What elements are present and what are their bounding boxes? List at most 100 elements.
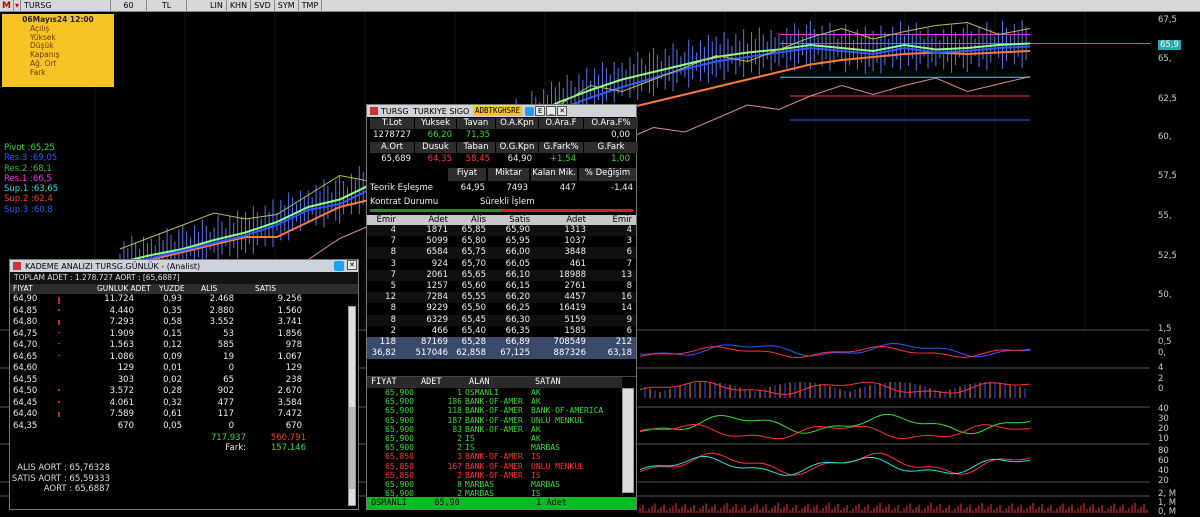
trades-list: FIYAT ADET ALAN SATAN 65,900 1 OSMANLI AK 65,900…: [367, 376, 636, 499]
depth-titlebar[interactable]: TURSG TURKIYE SIGO ADBTKGHSRE E _ ✕: [367, 105, 636, 117]
trades-scrollbar[interactable]: [622, 388, 634, 493]
trade-row[interactable]: 65,900 118 BANK-OF-AMER BANK-OF-AMERICA: [367, 406, 622, 415]
trade-row[interactable]: 65,900 1 OSMANLI AK: [367, 388, 622, 397]
kademe-row[interactable]: 64,90 11.724 0,93 2.468 9.256: [10, 294, 358, 306]
teo-header: Kalan Mik.: [531, 168, 577, 181]
trade-row[interactable]: 65,900 2 IS MARBAS: [367, 443, 622, 452]
book-cell: 14: [621, 303, 632, 314]
col-header[interactable]: GUNLUK ADET: [97, 284, 159, 294]
kademe-scrollbar[interactable]: [348, 306, 356, 506]
book-row[interactable]: 8 6329 65,45 66,30 5159 9: [367, 314, 636, 326]
trade-price: 65,900: [385, 479, 414, 489]
col-header[interactable]: FIYAT: [10, 284, 97, 294]
period-field[interactable]: 60: [111, 0, 147, 11]
market-depth-window: TURSG TURKIYE SIGO ADBTKGHSRE E _ ✕ T.Lo…: [366, 104, 638, 510]
kademe-row[interactable]: 64,65 1.086 0,09 19 1.067: [10, 352, 358, 364]
res1-level: Res.1 :66,5: [4, 173, 52, 184]
kademe-row[interactable]: 64,45 4.061 0,32 477 3.584: [10, 398, 358, 410]
book-col-header[interactable]: Emir: [589, 215, 635, 225]
trade-col-header[interactable]: FIYAT: [367, 377, 417, 388]
book-row[interactable]: 2 466 65,40 66,35 1585 6: [367, 325, 636, 337]
svd-button[interactable]: SVD: [251, 0, 275, 11]
symbol-field[interactable]: TURSG: [21, 0, 111, 11]
trade-seller: IS: [531, 452, 541, 462]
book-col-header[interactable]: Emir: [367, 215, 399, 225]
book-cell: 8: [390, 247, 396, 258]
kademe-row[interactable]: 64,40 7.589 0,61 117 7.472: [10, 409, 358, 421]
book-cell: 3: [626, 236, 632, 247]
value-cell: 0: [228, 363, 234, 373]
axis-label: 52,5: [1158, 251, 1177, 261]
col-header[interactable]: SATIS: [255, 284, 321, 294]
value-cell: 0,32: [163, 397, 182, 408]
col-header[interactable]: YUZDE: [159, 284, 201, 294]
trade-col-header[interactable]: ADET: [417, 377, 465, 388]
trade-row[interactable]: 65,900 83 BANK-OF-AMER AK: [367, 425, 622, 434]
kademe-row[interactable]: 64,70 1.563 0,12 585 978: [10, 340, 358, 352]
kademe-titlebar[interactable]: KADEME ANALIZI TURSG.GÜNLÜK - (Analist) …: [10, 260, 358, 272]
minimize-icon[interactable]: _: [546, 106, 557, 116]
value-cell: 0,93: [163, 294, 182, 304]
kademe-row[interactable]: 64,80 7.293 0,58 3.552 3.741: [10, 317, 358, 329]
khn-button[interactable]: KHN: [227, 0, 252, 11]
book-row[interactable]: 8 9229 65,50 66,25 16419 14: [367, 303, 636, 315]
book-cell: 2: [390, 325, 396, 336]
book-row[interactable]: 8 6584 65,75 66,00 3848 6: [367, 247, 636, 259]
currency-field[interactable]: TL: [147, 0, 187, 11]
price-cell: 64,50: [13, 386, 38, 396]
col-header[interactable]: ALIS: [201, 284, 255, 294]
close-icon[interactable]: ✕: [557, 106, 568, 116]
trade-row[interactable]: 65,900 8 MARBAS MARBAS: [367, 480, 622, 489]
book-col-header[interactable]: Alis: [451, 215, 489, 225]
lin-button[interactable]: LIN: [207, 0, 227, 11]
book-cell: 3: [390, 258, 396, 269]
twitter-icon[interactable]: [334, 261, 344, 271]
kademe-row[interactable]: 64,55 303 0,02 65 238: [10, 375, 358, 387]
trade-row[interactable]: 65,900 2 IS AK: [367, 434, 622, 443]
book-row[interactable]: 12 7284 65,55 66,20 4457 16: [367, 292, 636, 304]
trade-row[interactable]: 65,850 3 BANK-OF-AMER IS: [367, 452, 622, 461]
trade-row[interactable]: 65,850 2 BANK-OF-AMER IS: [367, 471, 622, 480]
trade-seller: MARBAS: [531, 443, 560, 453]
book-row[interactable]: 4 1871 65,85 65,90 1313 4: [367, 225, 636, 237]
book-col-header[interactable]: Satis: [489, 215, 533, 225]
book-cell: 65,65: [461, 269, 486, 280]
kademe-row[interactable]: 64,75 1.909 0,15 53 1.856: [10, 329, 358, 341]
close-icon[interactable]: ✕: [347, 260, 357, 270]
kademe-row[interactable]: 64,35 670 0,05 0 670: [10, 421, 358, 433]
e-button[interactable]: E: [535, 106, 546, 116]
kademe-row[interactable]: 64,60 129 0,01 0 129: [10, 363, 358, 375]
trade-row[interactable]: 65,850 167 BANK-OF-AMER UNLU MENKUL: [367, 462, 622, 471]
scroll-thumb[interactable]: [349, 407, 355, 489]
trade-col-header[interactable]: SATAN: [531, 377, 621, 388]
dropdown-arrow-icon[interactable]: ▾: [14, 0, 21, 11]
axis-label: 20: [1158, 476, 1169, 486]
stats-value-row: 65,689 64,35 58,45 64,90 +1,54 1,00: [370, 153, 633, 165]
axis-label: 0, M: [1158, 507, 1177, 517]
tmp-button[interactable]: TMP: [299, 0, 323, 11]
trade-row[interactable]: 65,900 187 BANK-OF-AMER UNLU MENKUL: [367, 416, 622, 425]
stat-value: 64,90: [507, 154, 532, 164]
sup2-level: Sup.2 :62,4: [4, 194, 53, 205]
price-cell: 64,65: [13, 351, 38, 362]
price-cell: 64,35: [13, 420, 38, 431]
trade-row[interactable]: 65,900 186 BANK-OF-AMER AK: [367, 397, 622, 406]
book-row[interactable]: 3 924 65,70 66,05 461 7: [367, 258, 636, 270]
book-row[interactable]: 7 5099 65,80 65,95 1037 3: [367, 236, 636, 248]
book-col-header[interactable]: Adet: [533, 215, 589, 225]
sym-button[interactable]: SYM: [275, 0, 299, 11]
axis-label: 40: [1158, 466, 1169, 476]
book-row[interactable]: 7 2061 65,65 66,10 18988 13: [367, 269, 636, 281]
book-cell: 65,85: [461, 225, 486, 235]
book-col-header[interactable]: Adet: [399, 215, 451, 225]
trade-seller: UNLU MENKUL: [531, 461, 584, 471]
value-cell: 65: [223, 374, 234, 385]
trade-col-header[interactable]: ALAN: [465, 377, 531, 388]
book-cell: 1585: [564, 325, 586, 336]
trade-seller: MARBAS: [531, 479, 560, 489]
twitter-icon[interactable]: [525, 106, 535, 116]
kademe-row[interactable]: 64,85 4.440 0,35 2.880 1.560: [10, 306, 358, 318]
indicator-line: [639, 342, 1031, 358]
book-row[interactable]: 5 1257 65,60 66,15 2761 8: [367, 280, 636, 293]
kademe-row[interactable]: 64,50 3.572 0,28 902 2.670: [10, 386, 358, 398]
